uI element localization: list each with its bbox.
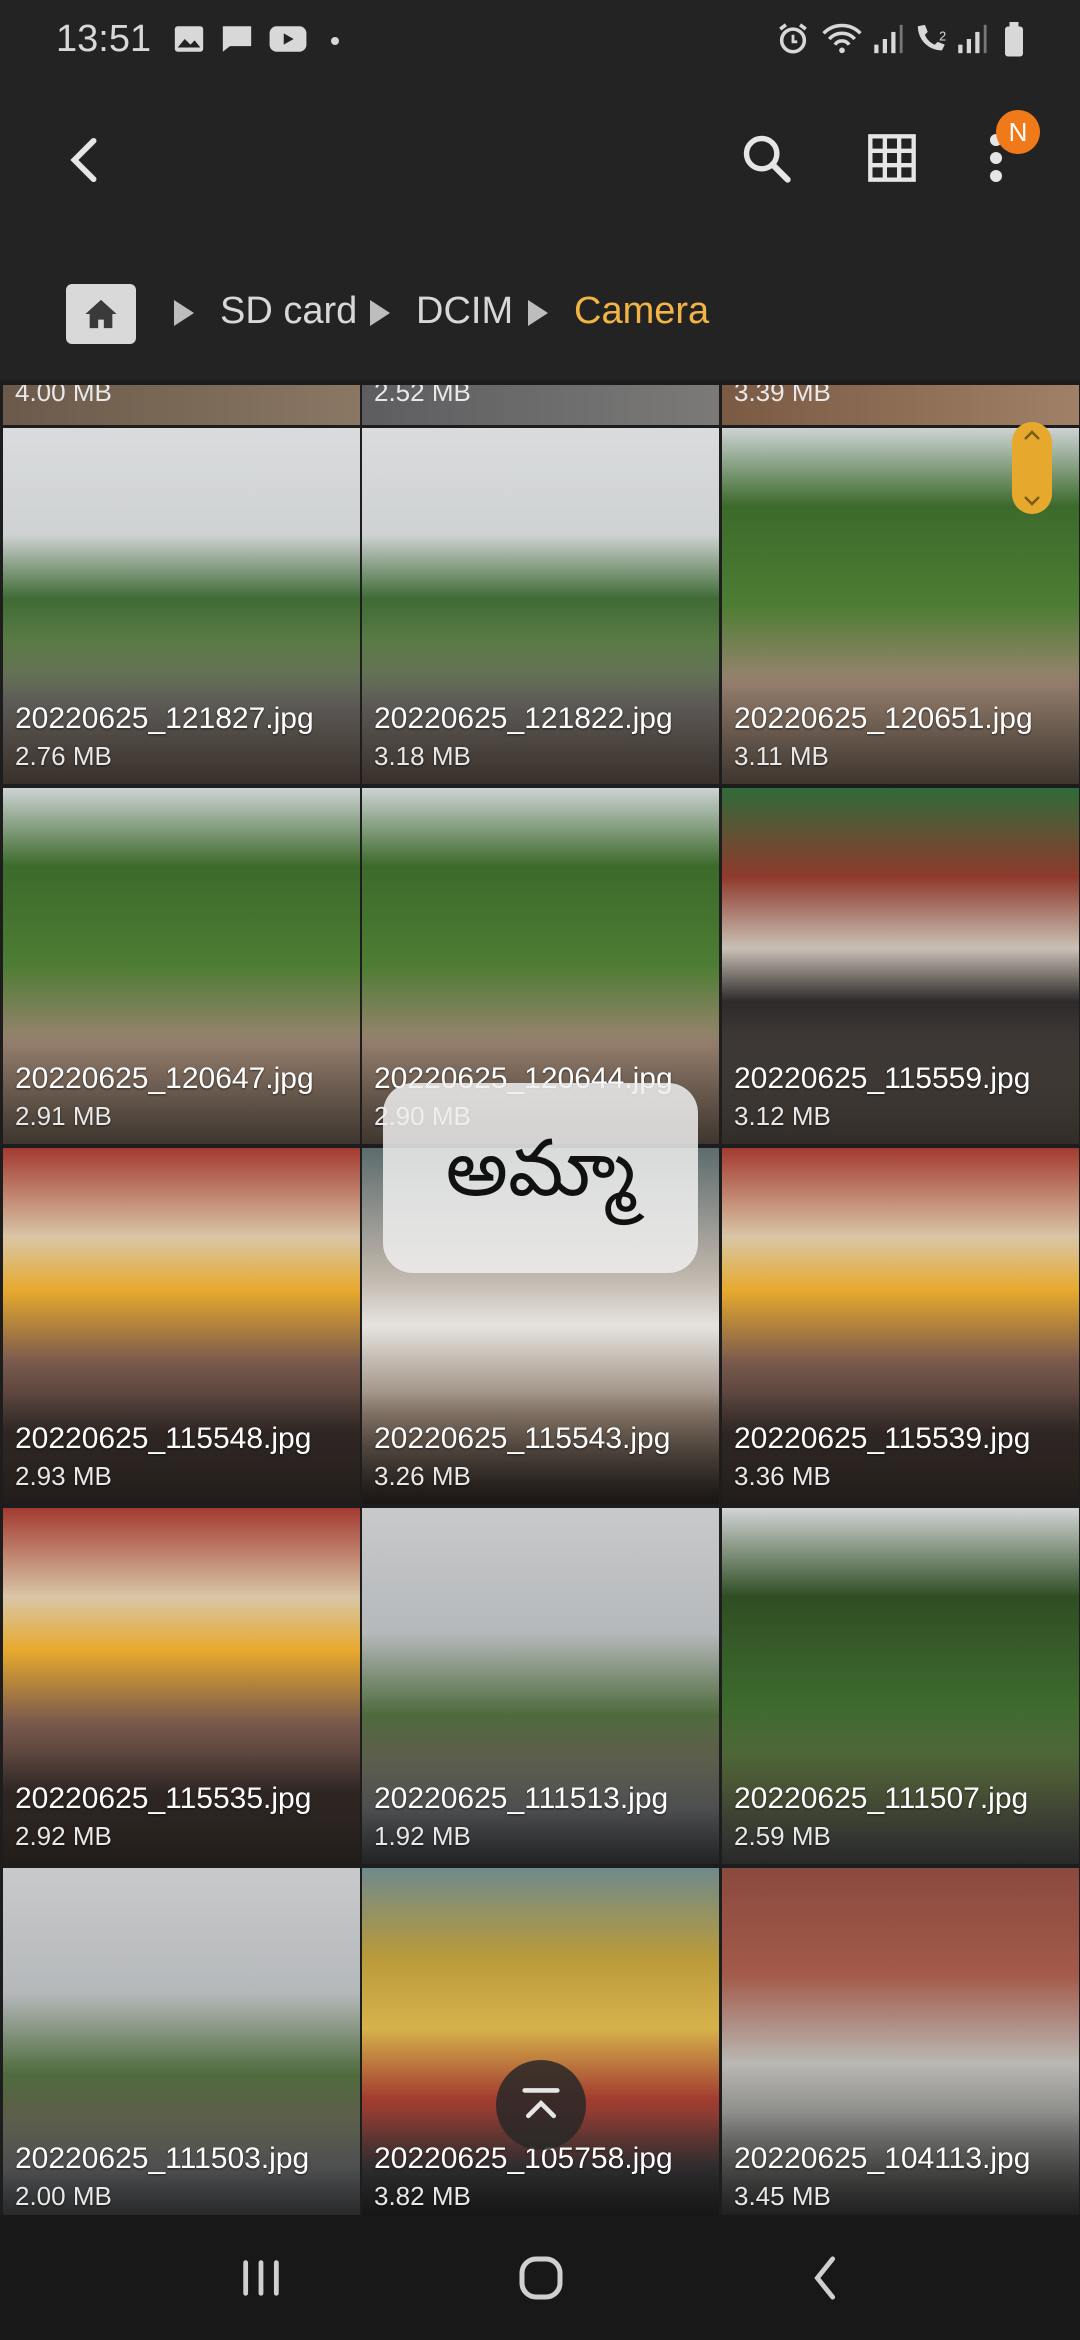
- file-size: 2.52 MB: [374, 385, 471, 407]
- back-arrow-icon[interactable]: [52, 128, 116, 192]
- text-overlay-popup: అమ్మా: [383, 1083, 698, 1273]
- file-size: 2.91 MB: [15, 1101, 112, 1131]
- signal2-icon: [958, 24, 987, 54]
- file-thumbnail[interactable]: 20220625_115548.jpg 2.93 MB: [3, 1148, 360, 1504]
- file-size: 3.39 MB: [734, 385, 831, 407]
- nav-home-icon[interactable]: [506, 2243, 576, 2313]
- file-name: 20220625_111503.jpg: [15, 2142, 310, 2175]
- status-time: 13:51: [56, 18, 152, 60]
- chevron-up-icon: [1024, 430, 1040, 440]
- file-name: 20220625_115543.jpg: [374, 1422, 671, 1455]
- call-signal-icon: 2: [917, 24, 946, 51]
- message-icon: [222, 26, 252, 52]
- file-thumbnail[interactable]: 20220625_105758.jpg 3.82 MB: [362, 1868, 719, 2215]
- breadcrumb-camera[interactable]: Camera: [574, 290, 709, 333]
- file-name: 20220625_115559.jpg: [734, 1062, 1031, 1095]
- system-nav-bar: [0, 2215, 1080, 2340]
- scroll-to-top-button[interactable]: [496, 2060, 586, 2150]
- file-name: 20220625_105758.jpg: [374, 2142, 673, 2175]
- recents-icon[interactable]: [226, 2243, 296, 2313]
- file-size: 3.82 MB: [374, 2181, 471, 2211]
- file-thumbnail[interactable]: 20220625_120647.jpg 2.91 MB: [3, 788, 360, 1144]
- wifi-icon: [822, 23, 862, 54]
- status-bar: 13:51 2: [0, 0, 1080, 84]
- battery-icon: [1005, 22, 1023, 57]
- file-size: 2.92 MB: [15, 1821, 112, 1851]
- file-thumbnail[interactable]: 20220625_115539.jpg 3.36 MB: [722, 1148, 1079, 1504]
- file-thumbnail[interactable]: 20220625_111507.jpg 2.59 MB: [722, 1508, 1079, 1864]
- file-size: 3.45 MB: [734, 2181, 831, 2211]
- file-size: 2.00 MB: [15, 2181, 112, 2211]
- file-name: 20220625_115535.jpg: [15, 1782, 312, 1815]
- fast-scroll-handle[interactable]: [1012, 422, 1052, 514]
- breadcrumb-separator-icon: [174, 300, 194, 326]
- grid-view-icon[interactable]: [860, 126, 924, 190]
- chevron-down-icon: [1024, 496, 1040, 506]
- file-name: 20220625_120647.jpg: [15, 1062, 314, 1095]
- image-icon: [174, 26, 204, 52]
- file-thumbnail[interactable]: 20220625_104113.jpg 3.45 MB: [722, 1868, 1079, 2215]
- partial-tile[interactable]: 2.52 MB: [362, 385, 719, 425]
- file-name: 20220625_115539.jpg: [734, 1422, 1031, 1455]
- file-thumbnail[interactable]: 20220625_115535.jpg 2.92 MB: [3, 1508, 360, 1864]
- svg-text:2: 2: [939, 28, 946, 43]
- partial-tile[interactable]: 3.39 MB: [722, 385, 1079, 425]
- file-size: 3.18 MB: [374, 741, 471, 771]
- file-name: 20220625_115548.jpg: [15, 1422, 312, 1455]
- partial-tile[interactable]: 4.00 MB: [3, 385, 360, 425]
- file-thumbnail[interactable]: 20220625_121822.jpg 3.18 MB: [362, 428, 719, 784]
- file-size: 3.36 MB: [734, 1461, 831, 1491]
- file-thumbnail[interactable]: 20220625_121827.jpg 2.76 MB: [3, 428, 360, 784]
- breadcrumb-sd-card[interactable]: SD card: [220, 290, 357, 333]
- file-name: 20220625_121822.jpg: [374, 702, 673, 735]
- dot-icon: [331, 37, 339, 45]
- breadcrumb-separator-icon: [370, 300, 390, 326]
- youtube-icon: [269, 26, 307, 52]
- file-thumbnail[interactable]: 20220625_111503.jpg 2.00 MB: [3, 1868, 360, 2215]
- home-icon[interactable]: [66, 284, 136, 344]
- breadcrumb-separator-icon: [528, 300, 548, 326]
- file-thumbnail[interactable]: 20220625_115559.jpg 3.12 MB: [722, 788, 1079, 1144]
- breadcrumb-dcim[interactable]: DCIM: [416, 290, 513, 333]
- file-name: 20220625_111513.jpg: [374, 1782, 669, 1815]
- file-size: 3.12 MB: [734, 1101, 831, 1131]
- file-size: 3.26 MB: [374, 1461, 471, 1491]
- file-size: 2.59 MB: [734, 1821, 831, 1851]
- alarm-icon: [779, 23, 807, 54]
- file-name: 20220625_121827.jpg: [15, 702, 314, 735]
- file-name: 20220625_104113.jpg: [734, 2142, 1031, 2175]
- notification-badge: N: [996, 110, 1040, 154]
- search-icon[interactable]: [734, 126, 798, 190]
- file-size: 1.92 MB: [374, 1821, 471, 1851]
- file-size: 4.00 MB: [15, 385, 112, 407]
- file-thumbnail[interactable]: 20220625_111513.jpg 1.92 MB: [362, 1508, 719, 1864]
- file-size: 2.93 MB: [15, 1461, 112, 1491]
- nav-back-icon[interactable]: [790, 2243, 860, 2313]
- breadcrumb: SD card DCIM Camera: [0, 260, 1080, 380]
- file-size: 3.11 MB: [734, 741, 829, 771]
- file-name: 20220625_120651.jpg: [734, 702, 1033, 735]
- file-name: 20220625_111507.jpg: [734, 1782, 1029, 1815]
- file-size: 2.76 MB: [15, 741, 112, 771]
- file-grid[interactable]: 4.00 MB 2.52 MB 3.39 MB 20220625_121827.…: [0, 385, 1080, 2215]
- signal-icon: [874, 24, 903, 54]
